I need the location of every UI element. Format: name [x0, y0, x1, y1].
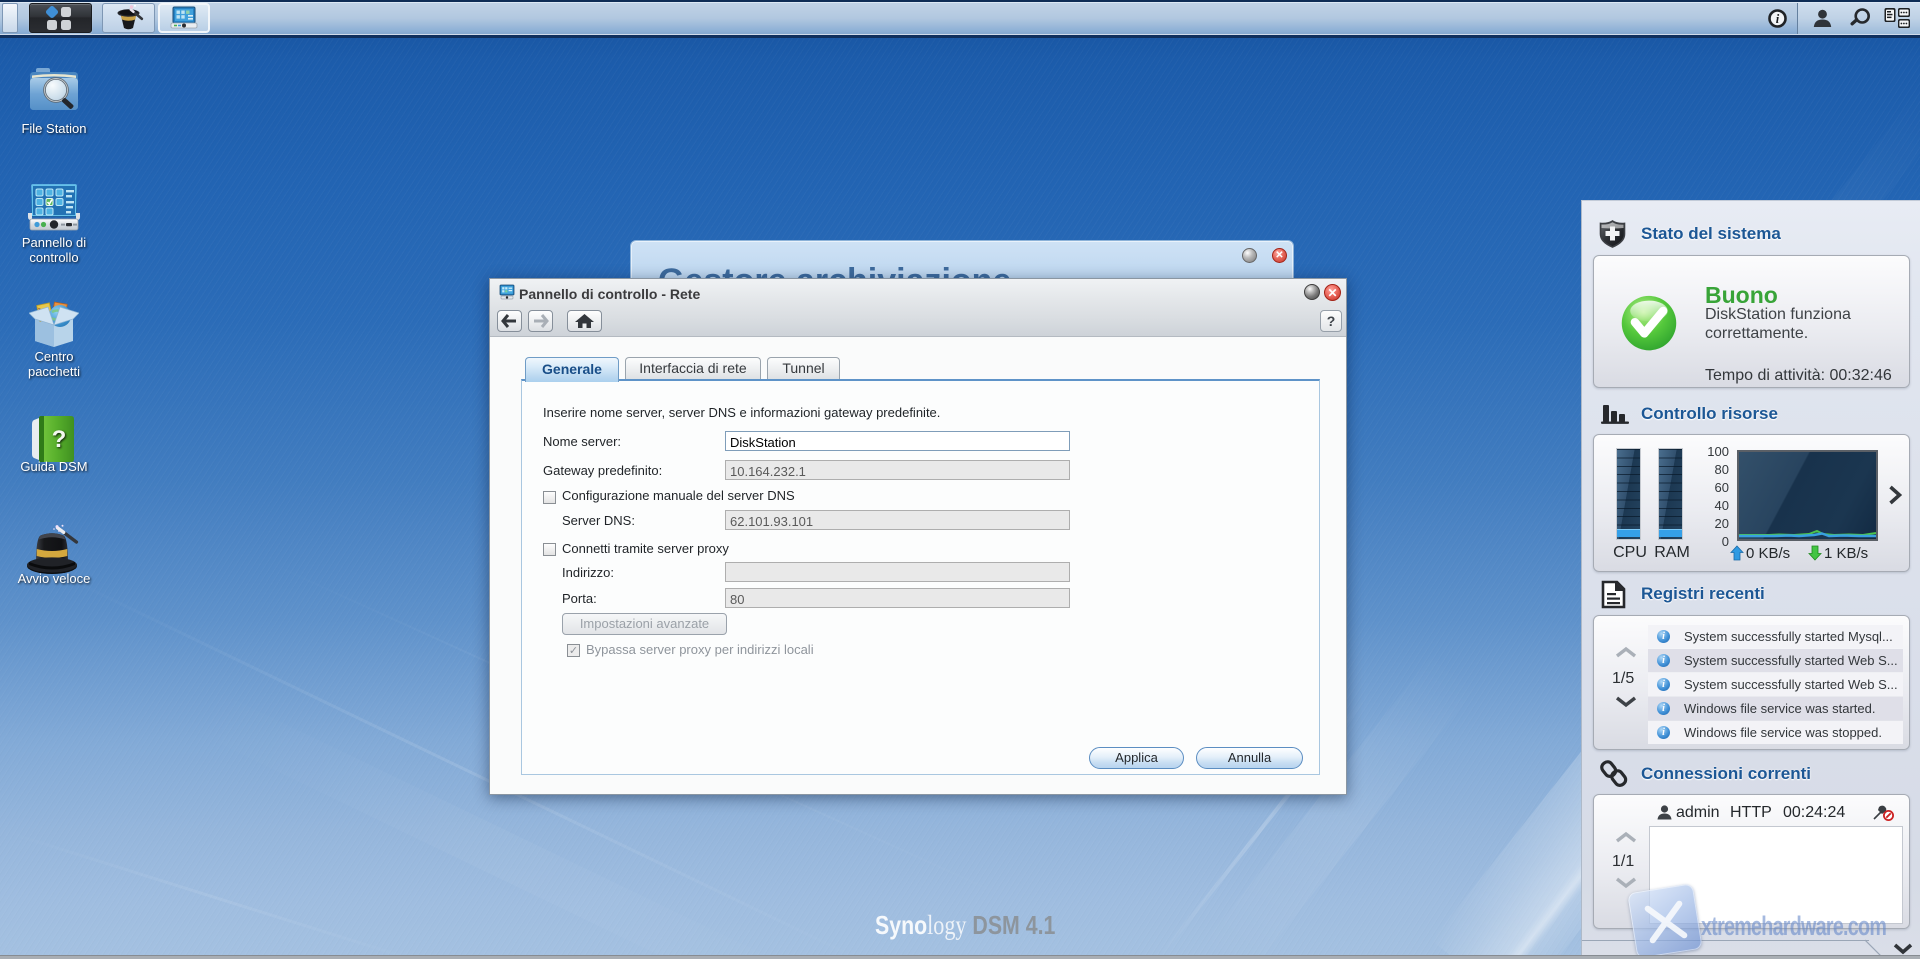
svg-text:?: ? — [52, 426, 67, 453]
svg-text:i: i — [1776, 12, 1780, 26]
